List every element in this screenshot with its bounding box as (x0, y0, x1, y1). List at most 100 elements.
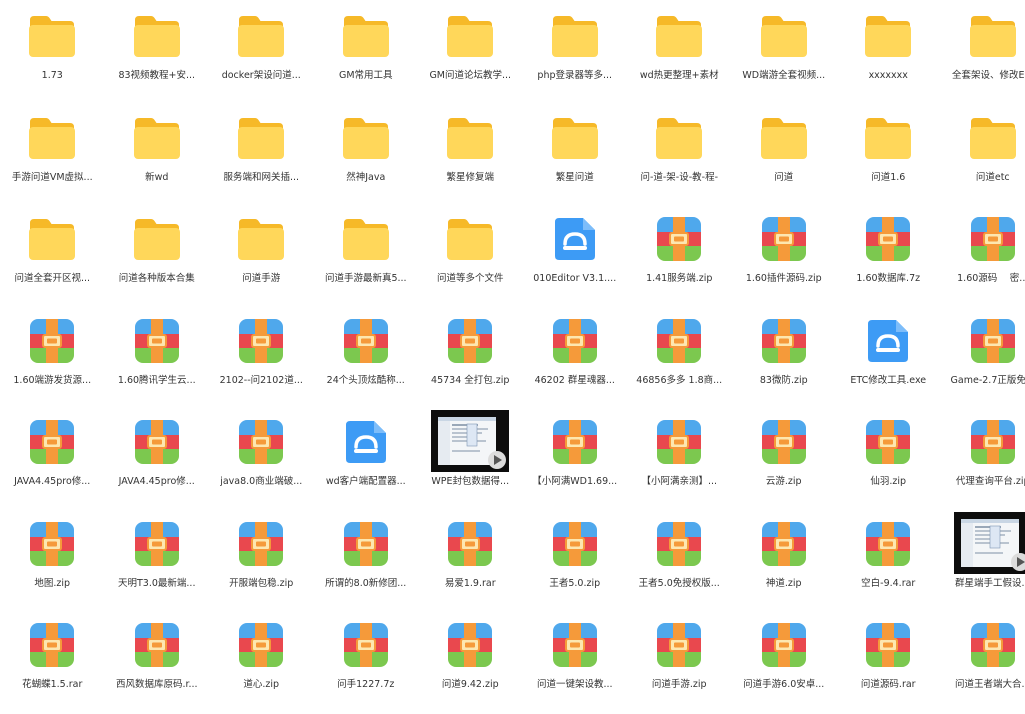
file-label: wd热更整理+素材 (639, 70, 719, 81)
file-label: 新wd (145, 171, 169, 183)
file-item[interactable]: 地图.zip (0, 508, 105, 610)
file-item[interactable]: 云游.zip (732, 406, 837, 508)
file-item[interactable]: 王者5.0免授权版... (627, 508, 732, 610)
file-item[interactable]: 代理查询平台.zip (941, 406, 1025, 508)
archive-icon (239, 521, 284, 566)
file-label: 【小阿满亲测】... (641, 476, 718, 487)
archive-icon (134, 318, 179, 363)
file-item[interactable]: 问道手游.zip (627, 609, 732, 711)
file-item[interactable]: 问道手游最新真5... (314, 203, 419, 305)
file-item[interactable]: WPE封包数据得... (418, 406, 523, 508)
file-item[interactable]: 问道等多个文件 (418, 203, 523, 305)
file-item[interactable]: 问道1.6 (836, 102, 941, 204)
file-item[interactable]: 仙羽.zip (836, 406, 941, 508)
file-item[interactable]: 问道手游6.0安卓... (732, 609, 837, 711)
file-item[interactable]: 问道手游 (209, 203, 314, 305)
file-item[interactable]: 问道全套开区视... (0, 203, 105, 305)
file-item[interactable]: GM问道论坛教学... (418, 0, 523, 102)
archive-icon (239, 623, 284, 667)
file-item[interactable]: 2102--问2102道... (209, 305, 314, 407)
file-label: 神道.zip (765, 577, 802, 589)
file-label: WD端游全套视频... (742, 70, 826, 81)
file-item[interactable]: 易爱1.9.rar (418, 508, 523, 610)
file-item[interactable]: 1.60端游发货源... (0, 305, 105, 407)
file-item[interactable]: 83微防.zip (732, 305, 837, 407)
file-item[interactable]: 45734 全打包.zip (418, 305, 523, 407)
file-label: 然神Java (346, 171, 386, 183)
file-item[interactable]: 1.41服务端.zip (627, 203, 732, 305)
file-item[interactable]: JAVA4.45pro修... (0, 406, 105, 508)
file-item[interactable]: JAVA4.45pro修... (105, 406, 210, 508)
file-item[interactable]: wd客户端配置器... (314, 406, 419, 508)
file-item[interactable]: 46856多多 1.8商... (627, 305, 732, 407)
file-item[interactable]: 新wd (105, 102, 210, 204)
file-item[interactable]: GM常用工具 (314, 0, 419, 102)
file-item[interactable]: 【小阿满亲测】... (627, 406, 732, 508)
file-label: 45734 全打包.zip (431, 374, 510, 386)
file-item[interactable]: java8.0商业端破... (209, 406, 314, 508)
file-item[interactable]: 空白-9.4.rar (836, 508, 941, 610)
file-item[interactable]: 1.60腾讯学生云... (105, 305, 210, 407)
file-item[interactable]: 1.60数据库.7z (836, 203, 941, 305)
file-item[interactable]: 西风数据库原码.r... (105, 609, 210, 711)
file-item[interactable]: 24个头顶炫酷称... (314, 305, 419, 407)
file-item[interactable]: 道心.zip (209, 609, 314, 711)
file-item[interactable]: 83视频教程+安... (105, 0, 210, 102)
file-item[interactable]: php登录器等多... (523, 0, 628, 102)
file-item[interactable]: ETC修改工具.exe (836, 305, 941, 407)
file-label: 天明T3.0最新端... (118, 577, 196, 589)
file-label: 云游.zip (765, 476, 802, 487)
file-item[interactable]: 神道.zip (732, 508, 837, 610)
file-label: 问道手游.zip (651, 679, 707, 690)
file-item[interactable]: Game-2.7正版免... (941, 305, 1025, 407)
file-item[interactable]: 手游问道VM虚拟... (0, 102, 105, 204)
archive-icon (866, 217, 911, 261)
file-item[interactable]: wd热更整理+素材 (627, 0, 732, 102)
archive-icon (761, 521, 806, 566)
file-item[interactable]: 繁星问道 (523, 102, 628, 204)
archive-icon (30, 521, 75, 566)
file-label: 1.73 (41, 70, 63, 81)
folder-icon (865, 16, 912, 57)
file-item[interactable]: WD端游全套视频... (732, 0, 837, 102)
file-item[interactable]: 问道源码.rar (836, 609, 941, 711)
file-item[interactable]: 花蝴蝶1.5.rar (0, 609, 105, 711)
file-label: 问道etc (975, 171, 1010, 183)
file-item[interactable]: 问道9.42.zip (418, 609, 523, 711)
file-item[interactable]: 1.73 (0, 0, 105, 102)
file-label: 问道等多个文件 (436, 273, 504, 284)
archive-icon (134, 420, 179, 464)
file-label: 问道9.42.zip (441, 679, 499, 690)
file-item[interactable]: 问手1227.7z (314, 609, 419, 711)
file-item[interactable]: 问-道-架-设-教-程- (627, 102, 732, 204)
file-label: GM常用工具 (338, 70, 393, 81)
file-item[interactable]: 服务端和网关插... (209, 102, 314, 204)
file-item[interactable]: 46202 群星魂器... (523, 305, 628, 407)
archive-icon (239, 420, 284, 464)
file-item[interactable]: 1.60源码 密... (941, 203, 1025, 305)
file-item[interactable]: 开服端包稳.zip (209, 508, 314, 610)
file-item[interactable]: 问道etc (941, 102, 1025, 204)
file-label: docker架设问道... (221, 70, 301, 81)
file-item[interactable]: 问道一键架设教... (523, 609, 628, 711)
file-label: ETC修改工具.exe (850, 374, 927, 386)
file-item[interactable]: 所谓的8.0新修团... (314, 508, 419, 610)
file-item[interactable]: 全套架设、修改E... (941, 0, 1025, 102)
file-label: 空白-9.4.rar (861, 577, 916, 589)
file-item[interactable]: 然神Java (314, 102, 419, 204)
file-label: 仙羽.zip (870, 476, 907, 487)
file-item[interactable]: 问道王者端大合... (941, 609, 1025, 711)
file-item[interactable]: 问道各种版本合集 (105, 203, 210, 305)
file-label: 1.60源码 密... (957, 273, 1025, 284)
file-item[interactable]: 群星端手工假设... (941, 508, 1025, 610)
file-item[interactable]: 010Editor V3.1.... (523, 203, 628, 305)
file-item[interactable]: 1.60插件源码.zip (732, 203, 837, 305)
file-item[interactable]: docker架设问道... (209, 0, 314, 102)
file-item[interactable]: 天明T3.0最新端... (105, 508, 210, 610)
file-item[interactable]: 问道 (732, 102, 837, 204)
file-item[interactable]: 繁星修复端 (418, 102, 523, 204)
file-label: 王者5.0.zip (549, 577, 601, 589)
file-item[interactable]: 【小阿满WD1.69... (523, 406, 628, 508)
file-item[interactable]: xxxxxxx (836, 0, 941, 102)
file-item[interactable]: 王者5.0.zip (523, 508, 628, 610)
